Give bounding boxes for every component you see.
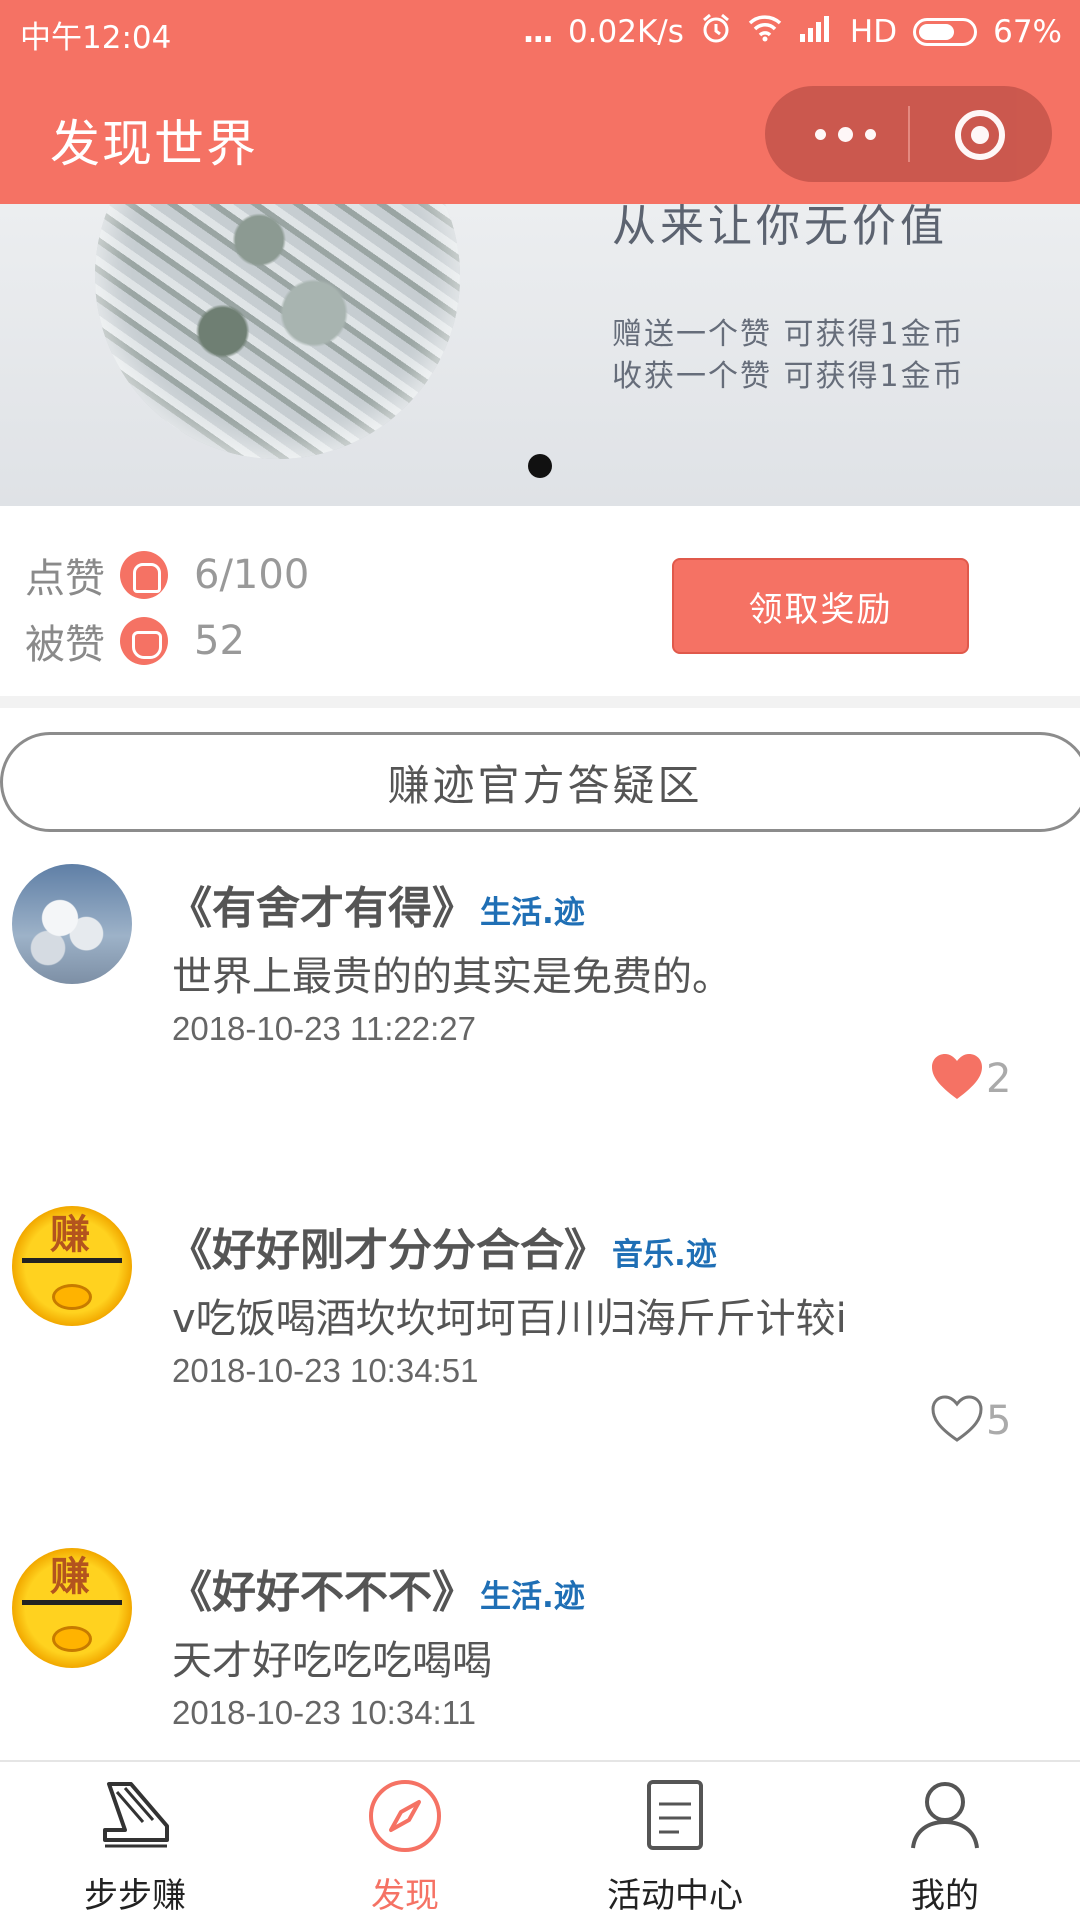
post-category-link[interactable]: 音乐.迹 bbox=[612, 1237, 717, 1273]
official-qa-button[interactable]: 赚迹官方答疑区 bbox=[0, 732, 1080, 832]
post-title[interactable]: 《好好刚才分分合合》 音乐.迹 bbox=[168, 1214, 717, 1278]
heart-filled-icon bbox=[932, 1054, 982, 1099]
post-body: 天才好吃吃吃喝喝 bbox=[172, 1638, 492, 1684]
battery-level bbox=[919, 24, 955, 40]
post-date: 2018-10-23 10:34:11 bbox=[172, 1694, 476, 1731]
like-stat-row: 点赞 6/100 bbox=[25, 546, 309, 604]
status-right: ... 0.02K/s HD 67% bbox=[523, 12, 1062, 52]
network-type: HD bbox=[849, 14, 898, 50]
wifi-icon bbox=[748, 14, 782, 50]
likes-stats: 点赞 6/100 被赞 52 领取奖励 bbox=[0, 506, 1080, 696]
post-title-text: 《有舍才有得》 bbox=[168, 883, 476, 934]
avatar-glyph: 赚 bbox=[50, 1212, 90, 1258]
avatar[interactable]: 赚 bbox=[12, 1206, 132, 1326]
post-date: 2018-10-23 10:34:51 bbox=[172, 1352, 479, 1389]
bottom-tab-bar: 步步赚 发现 活动中心 我的 bbox=[0, 1760, 1080, 1920]
tab-discover[interactable]: 发现 bbox=[270, 1762, 540, 1920]
tab-label: 发现 bbox=[371, 1876, 439, 1916]
avatar[interactable]: 赚 bbox=[12, 1548, 132, 1668]
carousel-indicator bbox=[528, 454, 552, 478]
section-divider bbox=[0, 696, 1080, 708]
tab-label: 活动中心 bbox=[607, 1876, 743, 1916]
post-body: 世界上最贵的的其实是免费的。 bbox=[172, 954, 732, 1000]
more-dot-icon bbox=[814, 128, 826, 140]
reward-bag-icon bbox=[120, 617, 168, 665]
tab-label: 步步赚 bbox=[84, 1876, 186, 1916]
post-title[interactable]: 《好好不不不》 生活.迹 bbox=[168, 1556, 585, 1620]
banner-line-1: 赠送一个赞 可获得1金币 bbox=[612, 317, 965, 352]
avatar-mouth bbox=[52, 1284, 92, 1310]
claim-reward-button[interactable]: 领取奖励 bbox=[672, 558, 969, 654]
avatar-eyes bbox=[22, 1258, 122, 1264]
status-dots: ... bbox=[522, 14, 554, 50]
more-menu-button[interactable] bbox=[805, 112, 885, 156]
tab-steps-earn[interactable]: 步步赚 bbox=[0, 1762, 270, 1920]
avatar-eyes bbox=[22, 1600, 122, 1606]
like-count: 2 bbox=[986, 1056, 1012, 1102]
tab-label: 我的 bbox=[911, 1876, 979, 1916]
more-dot-icon bbox=[837, 126, 853, 142]
close-miniprogram-icon[interactable] bbox=[955, 110, 1005, 160]
status-time: 中午12:04 bbox=[20, 20, 172, 56]
compass-icon bbox=[369, 1780, 441, 1852]
more-dot-icon bbox=[864, 128, 876, 140]
avatar[interactable] bbox=[12, 864, 132, 984]
network-speed: 0.02K/s bbox=[567, 14, 684, 50]
thumb-heart-icon bbox=[120, 551, 168, 599]
post-item[interactable]: 《有舍才有得》 生活.迹 世界上最贵的的其实是免费的。 2018-10-23 11… bbox=[0, 850, 1080, 1192]
user-icon bbox=[911, 1782, 979, 1849]
post-title-text: 《好好刚才分分合合》 bbox=[168, 1225, 608, 1276]
heart-outline-icon bbox=[931, 1395, 983, 1442]
avatar-mouth bbox=[52, 1626, 92, 1652]
post-item[interactable]: 赚 《好好刚才分分合合》 音乐.迹 v吃饭喝酒坎坎坷坷百川归海斤斤计较i 2018… bbox=[0, 1192, 1080, 1534]
avatar-glyph: 赚 bbox=[50, 1554, 90, 1600]
post-date: 2018-10-23 11:22:27 bbox=[172, 1010, 476, 1047]
like-value: 6/100 bbox=[194, 552, 310, 598]
post-title[interactable]: 《有舍才有得》 生活.迹 bbox=[168, 872, 585, 936]
signal-icon bbox=[798, 14, 834, 50]
capsule-divider bbox=[908, 106, 910, 162]
banner-carousel[interactable]: 从来让你无价值 赠送一个赞 可获得1金币 收获一个赞 可获得1金币 bbox=[0, 204, 1080, 506]
alarm-icon bbox=[700, 12, 732, 52]
tab-activity-center[interactable]: 活动中心 bbox=[540, 1762, 810, 1920]
shoe-icon bbox=[103, 1782, 169, 1848]
banner-line-2: 收获一个赞 可获得1金币 bbox=[612, 359, 965, 394]
like-count: 5 bbox=[986, 1398, 1012, 1444]
tab-mine[interactable]: 我的 bbox=[810, 1762, 1080, 1920]
status-bar: 中午12:04 ... 0.02K/s HD 67% bbox=[0, 0, 1080, 62]
post-category-link[interactable]: 生活.迹 bbox=[480, 895, 585, 931]
battery-icon bbox=[913, 18, 978, 46]
like-label: 点赞 bbox=[25, 556, 105, 602]
liked-value: 52 bbox=[194, 618, 245, 664]
liked-stat-row: 被赞 52 bbox=[25, 612, 245, 670]
page-title: 发现世界 bbox=[50, 115, 258, 173]
miniprogram-capsule bbox=[765, 86, 1052, 182]
liked-label: 被赞 bbox=[25, 622, 105, 668]
banner-headline: 从来让你无价值 bbox=[612, 204, 948, 252]
post-body: v吃饭喝酒坎坎坷坷百川归海斤斤计较i bbox=[172, 1296, 847, 1342]
like-button[interactable]: 2 bbox=[930, 1052, 1011, 1102]
document-icon bbox=[647, 1780, 703, 1850]
title-bar: 发现世界 bbox=[0, 62, 1080, 204]
city-globe-image bbox=[95, 204, 460, 459]
post-title-text: 《好好不不不》 bbox=[168, 1567, 476, 1618]
post-category-link[interactable]: 生活.迹 bbox=[480, 1579, 585, 1615]
like-button[interactable]: 5 bbox=[930, 1394, 1011, 1444]
battery-percent: 67% bbox=[993, 14, 1062, 50]
